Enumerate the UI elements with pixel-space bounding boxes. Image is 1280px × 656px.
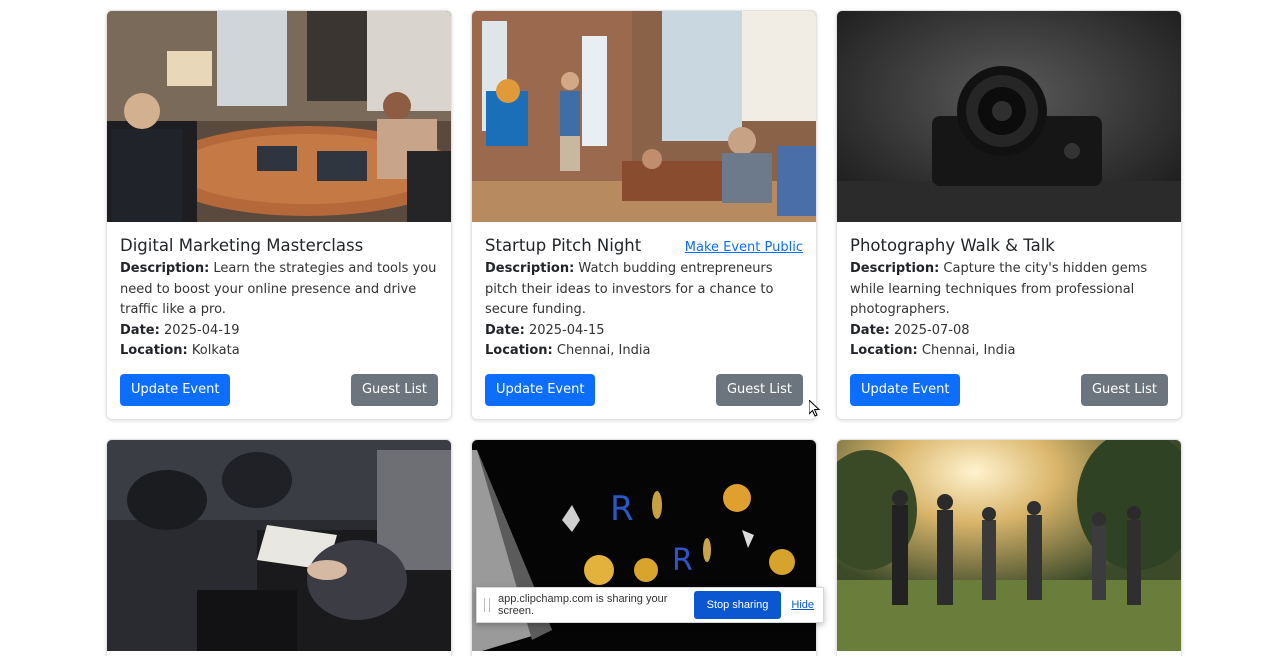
location-label: Location: — [120, 343, 188, 358]
date-label: Date: — [485, 322, 525, 338]
event-card: Photography Walk & Talk Description: Cap… — [836, 10, 1182, 420]
screen-share-notification: app.clipchamp.com is sharing your screen… — [476, 587, 824, 623]
share-message: app.clipchamp.com is sharing your screen… — [498, 593, 668, 617]
event-image — [837, 11, 1181, 222]
description-label: Description: — [485, 261, 575, 276]
event-card-body: Digital Marketing Masterclass Descriptio… — [107, 222, 451, 419]
date-label: Date: — [120, 322, 160, 338]
event-card: R R — [471, 439, 817, 656]
drag-handle-icon[interactable] — [484, 598, 490, 612]
event-card: Startup Pitch Night Make Event Public De… — [471, 10, 817, 420]
event-image — [107, 11, 451, 222]
svg-text:R: R — [672, 543, 693, 578]
event-title: Startup Pitch Night — [485, 236, 642, 255]
event-card-body: Photography Walk & Talk Description: Cap… — [837, 222, 1181, 419]
date-label: Date: — [850, 322, 890, 338]
description-label: Description: — [850, 261, 940, 276]
stop-sharing-button[interactable]: Stop sharing — [693, 591, 782, 619]
update-event-button[interactable]: Update Event — [120, 373, 231, 406]
event-image — [837, 440, 1181, 651]
event-date: Date: 2025-07-08 — [850, 321, 1168, 342]
events-page: Digital Marketing Masterclass Descriptio… — [0, 0, 1280, 656]
event-image — [472, 11, 816, 222]
guest-list-button[interactable]: Guest List — [350, 373, 438, 406]
make-event-public-link[interactable]: Make Event Public — [685, 240, 803, 255]
event-location: Location: Kolkata — [120, 341, 438, 362]
date-value: 2025-04-19 — [163, 322, 240, 338]
event-description: Description: Watch budding entrepreneurs… — [485, 259, 803, 321]
mouse-cursor-icon — [809, 400, 821, 417]
event-location: Location: Chennai, India — [850, 341, 1168, 362]
update-event-button[interactable]: Update Event — [850, 373, 961, 406]
location-value: Chennai, India — [921, 343, 1016, 358]
event-description: Description: Learn the strategies and to… — [120, 259, 438, 321]
event-title: Photography Walk & Talk — [850, 236, 1055, 255]
svg-text:R: R — [610, 489, 634, 529]
hide-link[interactable]: Hide — [791, 599, 814, 611]
event-date: Date: 2025-04-19 — [120, 321, 438, 342]
location-label: Location: — [850, 343, 918, 358]
guest-list-button[interactable]: Guest List — [715, 373, 803, 406]
guest-list-button[interactable]: Guest List — [1080, 373, 1168, 406]
event-description: Description: Capture the city's hidden g… — [850, 259, 1168, 321]
event-image — [107, 440, 451, 651]
event-card-body: Startup Pitch Night Make Event Public De… — [472, 222, 816, 419]
event-date: Date: 2025-04-15 — [485, 321, 803, 342]
event-card — [836, 439, 1182, 656]
event-card: Digital Marketing Masterclass Descriptio… — [106, 10, 452, 420]
location-value: Chennai, India — [556, 343, 651, 358]
description-label: Description: — [120, 261, 210, 276]
event-title: Digital Marketing Masterclass — [120, 236, 364, 255]
date-value: 2025-07-08 — [893, 322, 970, 338]
date-value: 2025-04-15 — [528, 322, 605, 338]
location-label: Location: — [485, 343, 553, 358]
event-card — [106, 439, 452, 656]
update-event-button[interactable]: Update Event — [485, 373, 596, 406]
location-value: Kolkata — [191, 343, 240, 358]
event-location: Location: Chennai, India — [485, 341, 803, 362]
